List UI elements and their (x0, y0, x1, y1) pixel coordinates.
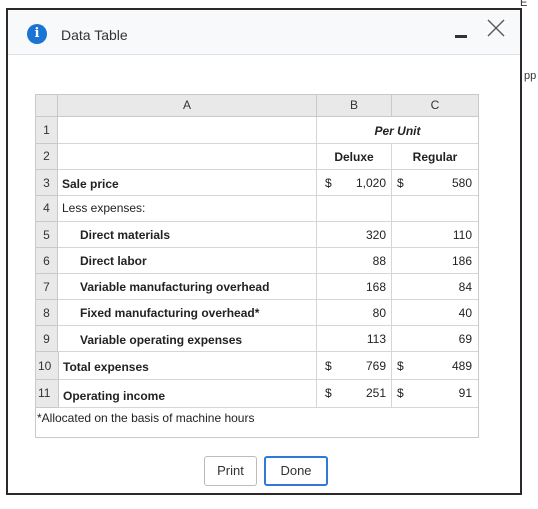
row-number: 2 (36, 144, 58, 170)
value-regular: 489 (451, 359, 472, 373)
value-regular: 91 (458, 386, 472, 400)
cell-c10: $ 489 (392, 352, 478, 380)
close-icon[interactable] (485, 16, 507, 40)
row-label: Variable operating expenses (58, 326, 317, 352)
currency-symbol: $ (397, 386, 404, 400)
row-label: Direct labor (58, 248, 317, 274)
value-regular: 186 (392, 248, 478, 274)
cell-c4 (392, 196, 478, 222)
currency-symbol: $ (325, 359, 332, 373)
value-deluxe: 113 (317, 326, 392, 352)
row-label: Less expenses: (58, 196, 317, 222)
value-deluxe: 1,020 (355, 176, 386, 190)
data-table-dialog: i Data Table A B C 1 Per Unit 2 Deluxe R… (6, 8, 522, 495)
row-number: 8 (36, 300, 58, 326)
print-button[interactable]: Print (204, 456, 257, 486)
value-regular: 40 (392, 300, 478, 326)
row-number: 7 (36, 274, 58, 300)
background-fragment: pp (524, 70, 537, 82)
minimize-button[interactable] (455, 35, 467, 38)
row-number: 9 (36, 326, 58, 352)
value-deluxe: 88 (317, 248, 392, 274)
value-deluxe: 320 (317, 222, 392, 248)
row-label: Variable manufacturing overhead (58, 274, 317, 300)
per-unit-heading: Per Unit (317, 117, 478, 144)
row-label: Sale price (58, 170, 317, 196)
column-header-a: A (58, 95, 317, 117)
row-number: 3 (36, 170, 58, 196)
row-label: Operating income (58, 380, 317, 408)
column-header-c: C (392, 95, 478, 117)
value-regular: 110 (392, 222, 478, 248)
value-deluxe: 769 (365, 359, 386, 373)
row-number: 11 (36, 380, 58, 408)
row-label: Fixed manufacturing overhead* (58, 300, 317, 326)
footnote: *Allocated on the basis of machine hours (37, 411, 255, 425)
row-number: 1 (36, 117, 58, 144)
dialog-titlebar: i Data Table (8, 10, 520, 55)
spreadsheet-table: A B C 1 Per Unit 2 Deluxe Regular 3 Sale… (35, 94, 479, 438)
value-deluxe: 80 (317, 300, 392, 326)
corner-cell (36, 95, 58, 117)
currency-symbol: $ (325, 386, 332, 400)
value-regular: 84 (392, 274, 478, 300)
cell-b10: $ 769 (317, 352, 392, 380)
cell-a2 (58, 144, 317, 170)
row-label: Direct materials (58, 222, 317, 248)
deluxe-header: Deluxe (317, 144, 392, 170)
value-deluxe: 251 (365, 386, 386, 400)
dialog-title: Data Table (61, 27, 128, 43)
currency-symbol: $ (397, 359, 404, 373)
cell-c11: $ 91 (392, 380, 478, 408)
row-number: 4 (36, 196, 58, 222)
cell-a1 (58, 117, 317, 144)
currency-symbol: $ (325, 176, 332, 190)
value-deluxe: 168 (317, 274, 392, 300)
value-regular: 69 (392, 326, 478, 352)
value-regular: 580 (451, 176, 472, 190)
row-number: 5 (36, 222, 58, 248)
cell-b11: $ 251 (317, 380, 392, 408)
cell-c3: $ 580 (392, 170, 478, 196)
cell-b4 (317, 196, 392, 222)
row-number: 6 (36, 248, 58, 274)
row-label: Total expenses (58, 352, 317, 380)
regular-header: Regular (392, 144, 478, 170)
done-button[interactable]: Done (264, 456, 328, 486)
info-icon: i (27, 24, 47, 44)
cell-b3: $ 1,020 (317, 170, 392, 196)
column-header-b: B (317, 95, 392, 117)
currency-symbol: $ (397, 176, 404, 190)
row-number: 10 (36, 352, 58, 380)
